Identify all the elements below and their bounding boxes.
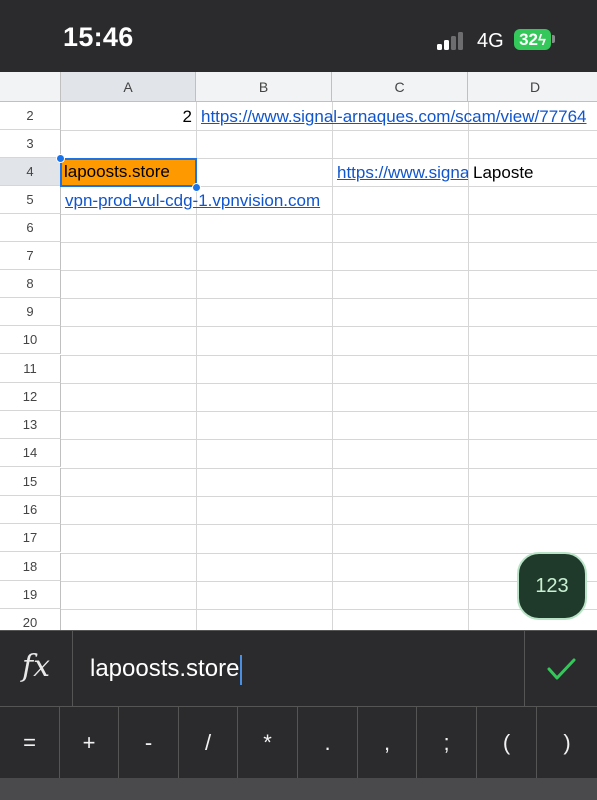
checkmark-icon — [547, 658, 576, 680]
key-equals[interactable]: = — [0, 707, 60, 779]
network-type: 4G — [477, 30, 504, 52]
key-comma[interactable]: , — [358, 707, 417, 779]
cell-b2[interactable]: https://www.signal-arnaques.com/scam/vie… — [197, 103, 597, 131]
key-divide[interactable]: / — [179, 707, 238, 779]
row-header-17[interactable]: 17 — [0, 524, 61, 552]
cell-a4-selected[interactable]: lapoosts.store — [60, 158, 197, 187]
cellular-signal-icon — [437, 30, 467, 50]
text-cursor — [240, 654, 243, 685]
row-header-10[interactable]: 10 — [0, 326, 61, 354]
confirm-button[interactable] — [524, 631, 597, 707]
row-header-2[interactable]: 2 — [0, 102, 61, 130]
row-header-3[interactable]: 3 — [0, 130, 61, 158]
key-minus[interactable]: - — [119, 707, 179, 779]
column-header-b[interactable]: B — [196, 72, 332, 102]
numeric-keyboard-button[interactable]: 123 — [517, 552, 587, 620]
formula-bar: fx lapoosts.store — [0, 630, 597, 707]
grid-lines — [61, 102, 597, 630]
cell-a5[interactable]: vpn-prod-vul-cdg-1.vpnvision.com — [61, 187, 341, 215]
key-open-paren[interactable]: ( — [477, 707, 537, 779]
row-header-15[interactable]: 15 — [0, 468, 61, 496]
keyboard-edge — [0, 778, 597, 800]
key-close-paren[interactable]: ) — [537, 707, 597, 779]
key-period[interactable]: . — [298, 707, 358, 779]
row-header-6[interactable]: 6 — [0, 214, 61, 242]
row-header-13[interactable]: 13 — [0, 411, 61, 439]
key-multiply[interactable]: * — [238, 707, 298, 779]
key-plus[interactable]: + — [60, 707, 119, 779]
row-header-4[interactable]: 4 — [0, 158, 61, 186]
cell-d4[interactable]: Laposte — [469, 159, 597, 187]
charging-bolt-icon: ϟ — [537, 32, 546, 49]
cell-a2[interactable]: 2 — [61, 103, 196, 131]
formula-input-text: lapoosts.store — [90, 655, 240, 682]
status-time: 15:46 — [63, 22, 134, 52]
row-header-11[interactable]: 11 — [0, 355, 61, 383]
fx-icon[interactable]: fx — [0, 631, 73, 707]
row-header-7[interactable]: 7 — [0, 242, 61, 270]
column-header-a[interactable]: A — [61, 72, 196, 102]
battery-icon: 32ϟ — [514, 29, 551, 50]
row-header-20[interactable]: 20 — [0, 609, 61, 630]
formula-key-row: = + - / * . , ; ( ) — [0, 706, 597, 779]
selection-handle-top-left[interactable] — [56, 154, 65, 163]
column-header-d[interactable]: D — [468, 72, 597, 102]
row-header-9[interactable]: 9 — [0, 298, 61, 326]
formula-input[interactable]: lapoosts.store — [90, 651, 243, 687]
row-header-19[interactable]: 19 — [0, 581, 61, 609]
status-bar: 15:46 4G 32ϟ — [0, 0, 597, 72]
row-header-5[interactable]: 5 — [0, 186, 61, 214]
battery-level: 32 — [519, 30, 538, 49]
key-semicolon[interactable]: ; — [417, 707, 477, 779]
cell-c4[interactable]: https://www.signal-arnaques.com — [333, 159, 468, 187]
row-header-18[interactable]: 18 — [0, 553, 61, 581]
battery-tip — [552, 35, 555, 43]
column-header-c[interactable]: C — [332, 72, 468, 102]
row-header-12[interactable]: 12 — [0, 383, 61, 411]
row-header-8[interactable]: 8 — [0, 270, 61, 298]
row-header-16[interactable]: 16 — [0, 496, 61, 524]
spreadsheet-grid[interactable]: A B C D 2 3 4 5 6 7 8 9 10 11 12 13 14 1… — [0, 72, 597, 630]
app-root: 15:46 4G 32ϟ A B C D 2 3 4 5 6 7 8 9 10 … — [0, 0, 597, 800]
row-header-14[interactable]: 14 — [0, 439, 61, 467]
select-all-corner[interactable] — [0, 72, 61, 102]
